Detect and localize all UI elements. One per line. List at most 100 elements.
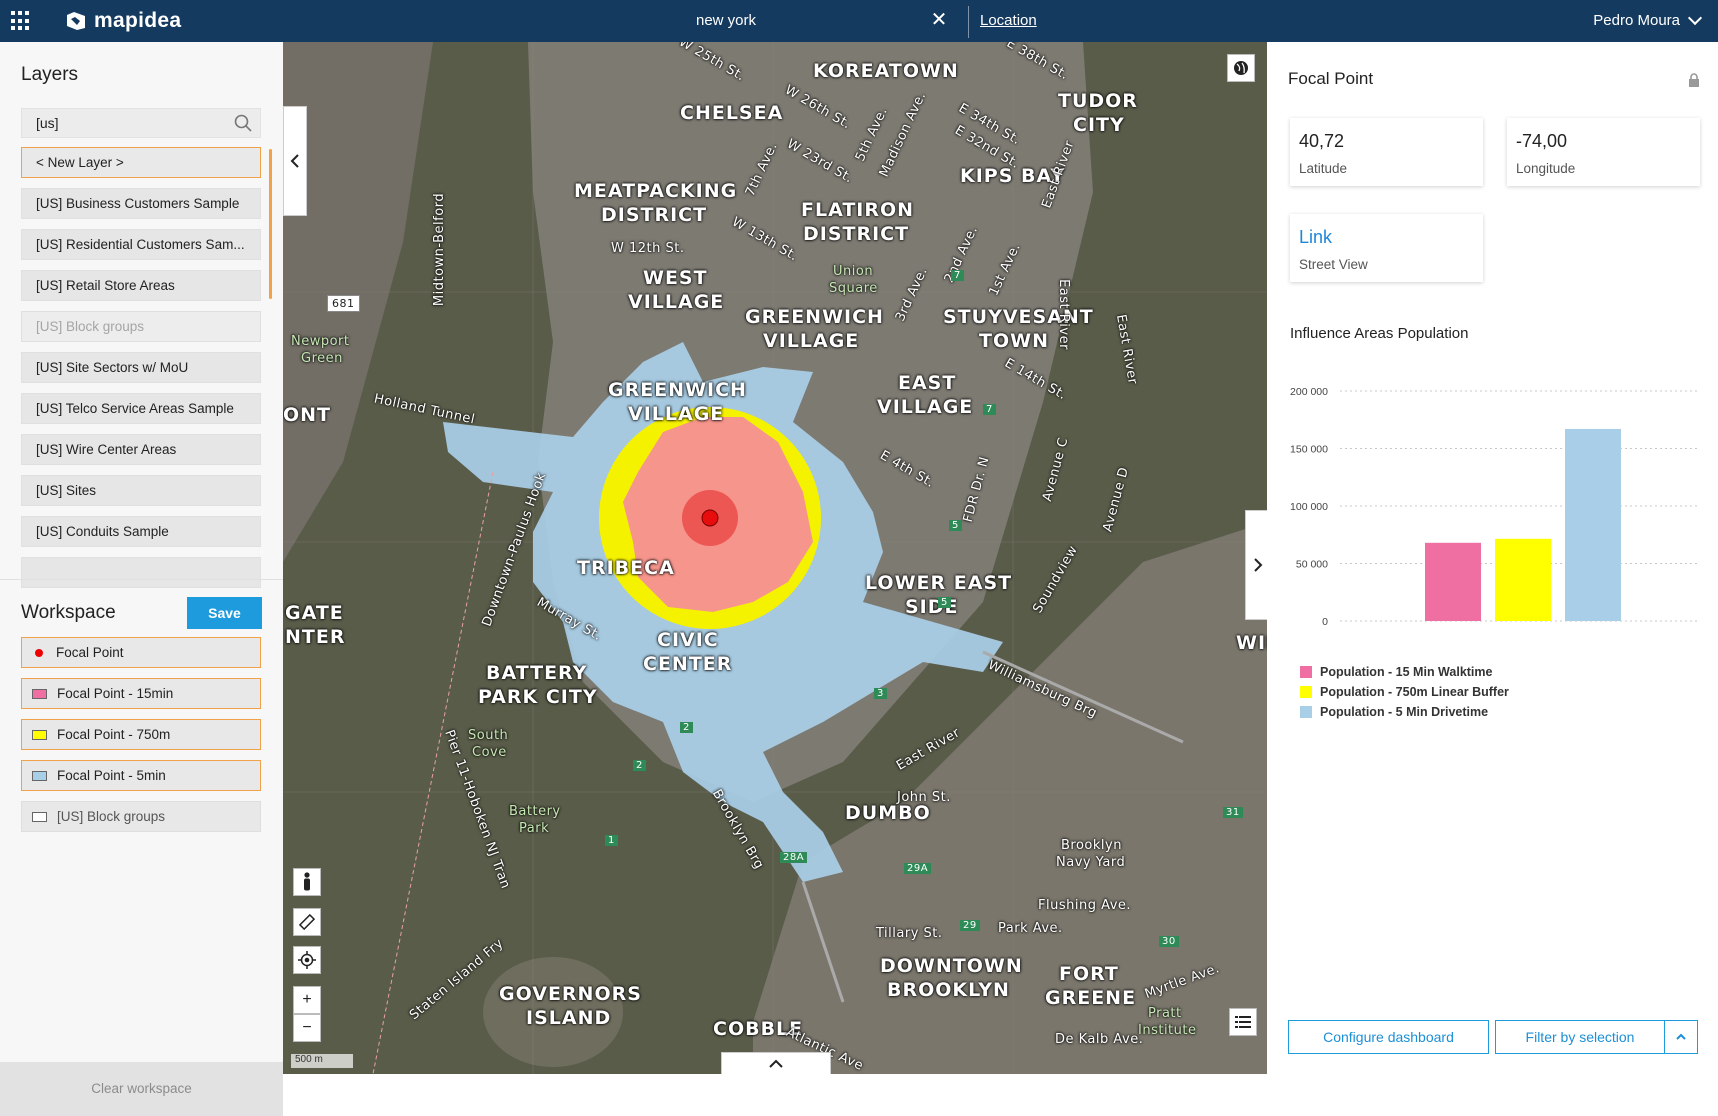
grid-icon[interactable] bbox=[11, 11, 31, 31]
street-view-card[interactable]: Link Street View bbox=[1290, 214, 1483, 282]
workspace-item-label: [US] Block groups bbox=[57, 809, 166, 824]
globe-icon[interactable] bbox=[1227, 54, 1255, 82]
map-label: CHELSEA bbox=[680, 102, 784, 124]
latitude-card: 40,72 Latitude bbox=[1290, 118, 1483, 186]
map-label: Institute bbox=[1138, 1023, 1197, 1038]
legend-label: Population - 5 Min Drivetime bbox=[1320, 705, 1489, 719]
locate-icon[interactable] bbox=[293, 946, 321, 974]
workspace-item-750m[interactable]: Focal Point - 750m bbox=[21, 719, 261, 750]
y-tick-label: 100 000 bbox=[1290, 501, 1328, 513]
workspace-item-label: Focal Point - 15min bbox=[57, 686, 174, 701]
workspace-list: Focal Point Focal Point - 15min Focal Po… bbox=[21, 637, 261, 842]
bar[interactable] bbox=[1565, 428, 1621, 621]
layer-item[interactable]: [US] Business Customers Sample bbox=[21, 188, 261, 219]
street-view-label: Street View bbox=[1299, 257, 1368, 272]
search-icon[interactable] bbox=[234, 114, 252, 132]
configure-dashboard-button[interactable]: Configure dashboard bbox=[1288, 1020, 1489, 1054]
map-label: DUMBO bbox=[845, 802, 931, 824]
divider bbox=[968, 6, 969, 38]
map-label: KOREATOWN bbox=[813, 60, 959, 82]
map-label: EAST bbox=[898, 372, 957, 394]
population-bar-chart: 0 50 000 100 000 150 000 200 000 bbox=[1290, 386, 1697, 628]
polygon-symbol-icon bbox=[32, 770, 47, 781]
save-button[interactable]: Save bbox=[187, 597, 262, 629]
lock-icon[interactable] bbox=[1688, 73, 1700, 87]
map-label: GREENE bbox=[1045, 987, 1137, 1009]
map-label: DOWNTOWN bbox=[880, 955, 1023, 977]
map-label: Park Ave. bbox=[998, 921, 1063, 936]
map-label: Park bbox=[519, 821, 550, 836]
map-label: FLATIRON bbox=[801, 199, 915, 221]
clear-workspace-button[interactable]: Clear workspace bbox=[0, 1062, 283, 1116]
map-label: Navy Yard bbox=[1056, 855, 1126, 870]
ruler-icon[interactable] bbox=[293, 908, 321, 936]
map-label: GREENWICH bbox=[745, 306, 884, 328]
layer-search-value[interactable]: [us] bbox=[36, 115, 59, 131]
bar[interactable] bbox=[1425, 542, 1481, 621]
route-shield: 7 bbox=[951, 270, 964, 281]
location-link[interactable]: Location bbox=[980, 12, 1037, 29]
street-view-link[interactable]: Link bbox=[1299, 227, 1332, 248]
workspace-item-15min[interactable]: Focal Point - 15min bbox=[21, 678, 261, 709]
close-icon[interactable]: ✕ bbox=[928, 9, 950, 31]
map-label: TRIBECA bbox=[577, 557, 675, 579]
map-label: John St. bbox=[897, 790, 951, 805]
chevron-left-icon bbox=[290, 154, 299, 168]
expand-panel-button[interactable] bbox=[1245, 510, 1267, 620]
zoom-out-icon[interactable]: − bbox=[293, 1014, 321, 1042]
person-icon[interactable] bbox=[293, 868, 321, 896]
filter-by-selection-button[interactable]: Filter by selection bbox=[1495, 1020, 1665, 1054]
map-view[interactable]: KOREATOWN CHELSEA TUDOR CITY KIPS BAY ME… bbox=[283, 42, 1267, 1074]
layer-item-partial[interactable] bbox=[21, 557, 261, 588]
bar[interactable] bbox=[1495, 538, 1551, 621]
search-input[interactable]: new york bbox=[696, 12, 756, 29]
chart-legend: Population - 15 Min Walktime Population … bbox=[1300, 662, 1509, 722]
collapse-sidebar-button[interactable] bbox=[283, 106, 307, 216]
layer-item[interactable]: [US] Sites bbox=[21, 475, 261, 506]
workspace-item-label: Focal Point bbox=[56, 645, 124, 660]
layer-search-input[interactable]: [us] bbox=[21, 108, 261, 138]
new-layer-item[interactable]: < New Layer > bbox=[21, 147, 261, 178]
focal-point-panel: Focal Point 40,72 Latitude -74,00 Longit… bbox=[1267, 55, 1718, 1074]
workspace-item-block-groups[interactable]: [US] Block groups bbox=[21, 801, 261, 832]
user-menu[interactable]: Pedro Moura bbox=[1593, 10, 1703, 29]
map-label: Cove bbox=[472, 745, 507, 760]
chevron-up-icon bbox=[1676, 1033, 1686, 1040]
longitude-value: -74,00 bbox=[1516, 131, 1568, 151]
zoom-in-icon[interactable]: + bbox=[293, 986, 321, 1014]
map-label: VILLAGE bbox=[628, 403, 725, 425]
map-label: LOWER EAST bbox=[865, 572, 1013, 594]
chart-title: Influence Areas Population bbox=[1290, 325, 1469, 342]
map-label: Midtown-Belford bbox=[432, 192, 448, 307]
scrollbar[interactable] bbox=[269, 149, 272, 299]
scale-bar: 500 m bbox=[291, 1054, 353, 1068]
layer-item[interactable]: [US] Site Sectors w/ MoU bbox=[21, 352, 261, 383]
layer-item[interactable]: [US] Telco Service Areas Sample bbox=[21, 393, 261, 424]
point-symbol-icon bbox=[35, 648, 43, 657]
map-label: Square bbox=[829, 281, 878, 296]
layer-item[interactable]: [US] Residential Customers Sam... bbox=[21, 229, 261, 260]
map-label: BATTERY bbox=[486, 662, 588, 684]
y-tick-label: 50 000 bbox=[1296, 559, 1328, 571]
layer-item[interactable]: [US] Retail Store Areas bbox=[21, 270, 261, 301]
workspace-item-5min[interactable]: Focal Point - 5min bbox=[21, 760, 261, 791]
map-label: W 12th St. bbox=[611, 241, 685, 256]
legend-swatch bbox=[1300, 706, 1312, 718]
app-logo[interactable]: mapidea bbox=[66, 8, 181, 34]
layer-item[interactable]: [US] Wire Center Areas bbox=[21, 434, 261, 465]
location-search[interactable]: new york ✕ bbox=[660, 0, 950, 42]
list-icon[interactable] bbox=[1229, 1008, 1257, 1036]
workspace-item-focal-point[interactable]: Focal Point bbox=[21, 637, 261, 668]
layers-title: Layers bbox=[21, 64, 79, 85]
legend-label: Population - 15 Min Walktime bbox=[1320, 665, 1493, 679]
map-canvas[interactable] bbox=[283, 42, 1267, 1074]
layer-item[interactable]: [US] Block groups bbox=[21, 311, 261, 342]
layer-item[interactable]: [US] Conduits Sample bbox=[21, 516, 261, 547]
user-name: Pedro Moura bbox=[1593, 12, 1680, 29]
filter-options-button[interactable] bbox=[1664, 1020, 1698, 1054]
latitude-value: 40,72 bbox=[1299, 131, 1345, 151]
map-label: Green bbox=[301, 351, 343, 366]
map-label: CITY bbox=[1073, 114, 1125, 136]
expand-bottom-button[interactable] bbox=[721, 1052, 831, 1074]
divider bbox=[0, 579, 283, 580]
